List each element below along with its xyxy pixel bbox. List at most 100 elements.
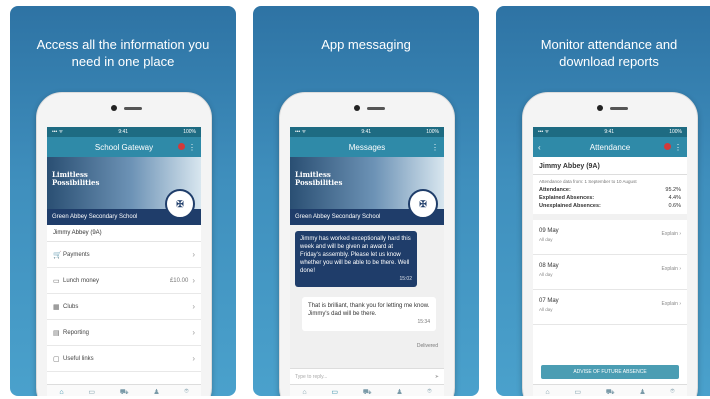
location-icon[interactable]: ⌾ [427, 388, 431, 396]
explain-link[interactable]: Explain › [662, 231, 681, 237]
stat-label: Explained Absences: [539, 195, 595, 201]
school-banner: Limitless Possibilities ✠ [290, 157, 444, 219]
more-menu-icon[interactable]: ⋮ [431, 143, 439, 152]
people-icon[interactable]: ♟ [396, 388, 402, 396]
people-icon[interactable]: ♟ [153, 388, 159, 396]
promo-panel-attendance: Monitor attendance and download reports … [496, 6, 710, 396]
page-title: School Gateway [94, 142, 154, 152]
reply-input[interactable]: Type to reply... ➤ [290, 368, 444, 385]
calendar-icon: ▦ [53, 303, 60, 311]
menu-item-label: Payments [63, 251, 90, 258]
promo-panel-messaging: App messaging ••• ᯤ 9:41 100% Messages ⋮… [253, 6, 479, 396]
menu-item-label: Useful links [63, 355, 94, 362]
phone-screen: ••• ᯤ 9:41 100% School Gateway ⋮ Limitle… [47, 127, 201, 396]
phone-screen: ••• ᯤ 9:41 100% Messages ⋮ Limitless Pos… [290, 127, 444, 396]
app-header: School Gateway ⋮ [47, 137, 201, 157]
absence-span: All day [539, 237, 553, 242]
cart-icon[interactable]: ⛟ [606, 388, 615, 397]
delivery-status: Delivered [416, 343, 438, 349]
absence-row[interactable]: 09 May All day Explain › [533, 220, 687, 255]
home-icon[interactable]: ⌂ [302, 389, 306, 396]
more-menu-icon[interactable]: ⋮ [674, 143, 682, 152]
signal-icon: ••• ᯤ [538, 129, 550, 135]
chevron-right-icon: › [192, 250, 195, 259]
student-name[interactable]: Jimmy Abbey (9A) [47, 225, 201, 242]
promo-panel-info: Access all the information you need in o… [10, 6, 236, 396]
camera-icon [354, 105, 360, 111]
location-icon[interactable]: ⌾ [670, 388, 674, 396]
banner-slogan: Limitless Possibilities [52, 170, 100, 187]
speaker-icon [367, 107, 385, 110]
panel-caption: Monitor attendance and download reports [540, 37, 678, 69]
explain-link[interactable]: Explain › [662, 266, 681, 272]
battery-level: 100% [426, 129, 439, 135]
more-menu-icon[interactable]: ⋮ [188, 143, 196, 152]
incoming-message: Jimmy has worked exceptionally hard this… [295, 231, 417, 287]
message-thread: Jimmy has worked exceptionally hard this… [290, 225, 444, 396]
outgoing-message: That is brilliant, thank you for letting… [302, 297, 436, 331]
home-icon[interactable]: ⌂ [59, 389, 63, 396]
speaker-icon [610, 107, 628, 110]
location-icon[interactable]: ⌾ [184, 388, 188, 396]
menu-item-label: Reporting [63, 329, 90, 336]
absence-date: 09 May [539, 228, 559, 234]
app-header: Messages ⋮ [290, 137, 444, 157]
status-time: 9:41 [604, 129, 615, 135]
chat-icon[interactable]: ▭ [574, 388, 581, 396]
chevron-right-icon: › [192, 328, 195, 337]
report-icon: ▤ [53, 329, 60, 337]
absence-span: All day [539, 272, 553, 277]
phone-mockup: ••• ᯤ 9:41 100% School Gateway ⋮ Limitle… [36, 92, 212, 396]
stat-label: Unexplained Absences: [539, 203, 601, 209]
banner-slogan: Limitless Possibilities [295, 170, 343, 187]
link-icon: ▢ [53, 355, 60, 363]
menu-item-label: Clubs [63, 303, 79, 310]
home-icon[interactable]: ⌂ [545, 389, 549, 396]
status-bar: ••• ᯤ 9:41 100% [533, 127, 687, 137]
chat-icon[interactable]: ▭ [331, 388, 338, 396]
speaker-icon [124, 107, 142, 110]
notification-icon[interactable] [664, 143, 671, 150]
panel-caption: Access all the information you need in o… [36, 37, 210, 69]
cart-icon[interactable]: ⛟ [120, 388, 129, 397]
absence-row[interactable]: 07 May All day Explain › [533, 290, 687, 325]
cart-icon: 🛒 [53, 251, 62, 259]
stat-row: Explained Absences: 4.4% [533, 194, 687, 202]
stat-value: 95.2% [665, 187, 681, 193]
app-header: ‹ Attendance ⋮ [533, 137, 687, 157]
phone-mockup: ••• ᯤ 9:41 100% Messages ⋮ Limitless Pos… [279, 92, 455, 396]
menu-item-clubs[interactable]: ▦ Clubs › [47, 294, 201, 320]
absence-row[interactable]: 08 May All day Explain › [533, 255, 687, 290]
cash-icon: ▭ [53, 277, 60, 285]
menu-item-reporting[interactable]: ▤ Reporting › [47, 320, 201, 346]
message-text: That is brilliant, thank you for letting… [308, 303, 430, 317]
absence-span: All day [539, 307, 553, 312]
battery-level: 100% [183, 129, 196, 135]
page-title: Messages [348, 142, 386, 152]
chat-icon[interactable]: ▭ [88, 388, 95, 396]
menu-item-useful-links[interactable]: ▢ Useful links › [47, 346, 201, 372]
phone-mockup: ••• ᯤ 9:41 100% ‹ Attendance ⋮ Jimmy Abb… [522, 92, 698, 396]
menu-item-label: Lunch money [63, 277, 100, 284]
status-time: 9:41 [361, 129, 372, 135]
stat-row: Attendance: 95.2% [533, 186, 687, 194]
notification-icon[interactable] [178, 143, 185, 150]
explain-link[interactable]: Explain › [662, 301, 681, 307]
school-crest-icon: ✠ [165, 189, 195, 219]
menu-item-payments[interactable]: 🛒 Payments › [47, 242, 201, 268]
bottom-tab-bar: ⌂ ▭ ⛟ ♟ ⌾ [47, 384, 201, 396]
advise-future-absence-button[interactable]: ADVISE OF FUTURE ABSENCE [541, 365, 679, 379]
message-time: 15:02 [399, 276, 412, 282]
chevron-right-icon: › [192, 354, 195, 363]
back-icon[interactable]: ‹ [538, 143, 541, 152]
message-time: 15:34 [417, 319, 430, 325]
people-icon[interactable]: ♟ [639, 388, 645, 396]
stat-value: 0.6% [668, 203, 681, 209]
send-icon[interactable]: ➤ [435, 374, 439, 380]
cart-icon[interactable]: ⛟ [363, 388, 372, 397]
phone-screen: ••• ᯤ 9:41 100% ‹ Attendance ⋮ Jimmy Abb… [533, 127, 687, 396]
school-crest-icon: ✠ [408, 189, 438, 219]
page-title: Attendance [589, 142, 631, 152]
signal-icon: ••• ᯤ [295, 129, 307, 135]
menu-item-lunch-money[interactable]: ▭ Lunch money £10.00 › [47, 268, 201, 294]
